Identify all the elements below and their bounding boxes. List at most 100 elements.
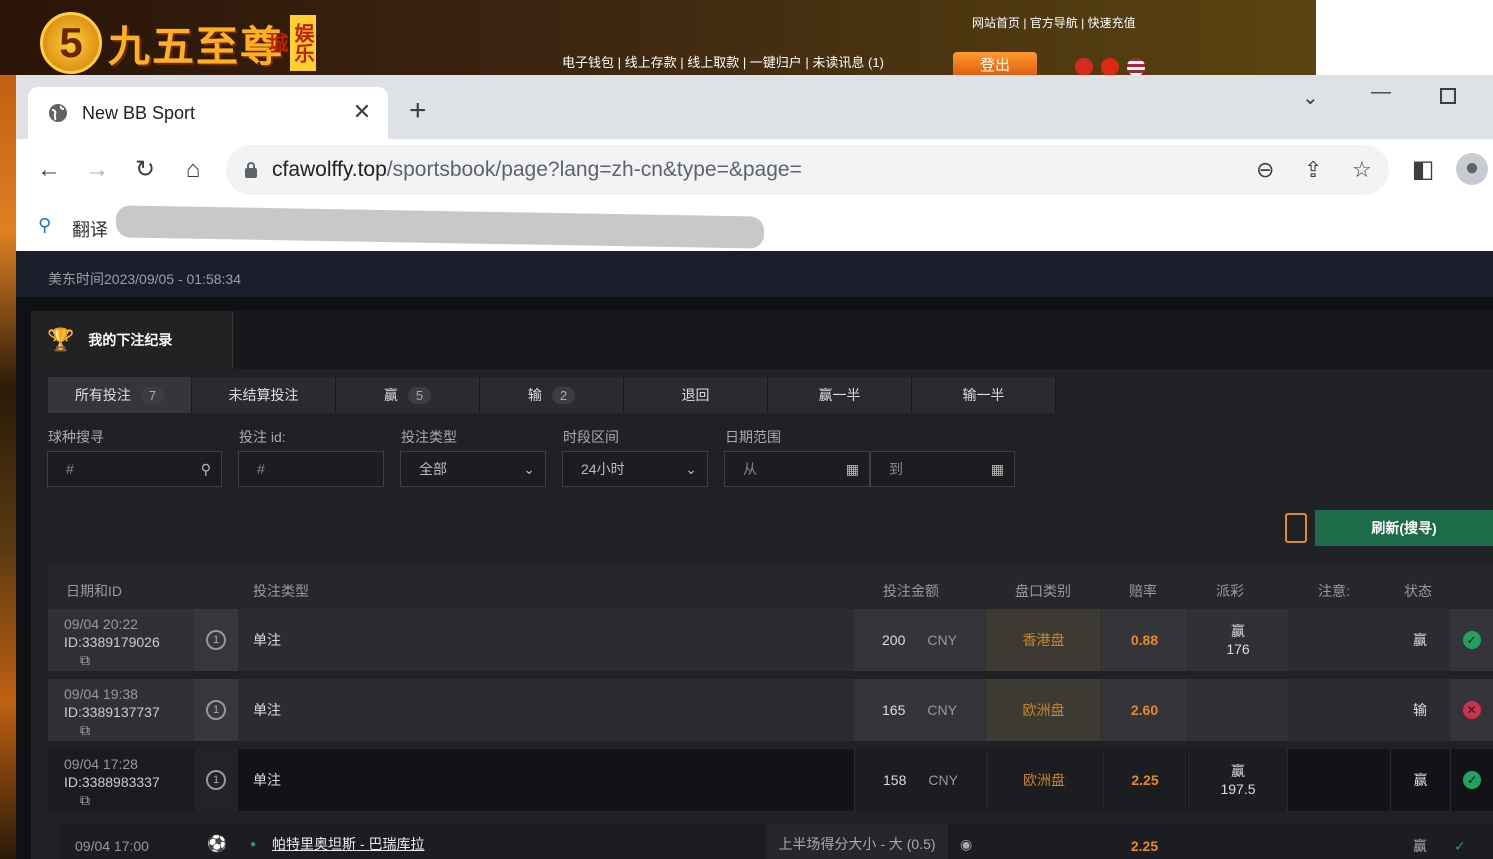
- address-bar[interactable]: cfawolffy.top/sportsbook/page?lang=zh-cn…: [226, 145, 1389, 195]
- row-amount: 200: [882, 632, 906, 648]
- back-icon[interactable]: ←: [34, 155, 64, 185]
- calendar-icon: ▦: [845, 461, 859, 477]
- bet-count-icon: 1: [206, 770, 226, 790]
- hk-flag-icon[interactable]: [1075, 58, 1093, 76]
- clipboard-icon[interactable]: [1285, 513, 1307, 543]
- row-odds: 2.25: [1102, 749, 1187, 811]
- logo-badge: 5: [40, 12, 102, 74]
- live-dot-icon: ●: [250, 838, 257, 850]
- tab-lost[interactable]: 输2: [480, 377, 624, 413]
- row-market: 欧洲盘: [986, 679, 1101, 741]
- refresh-search-button[interactable]: 刷新(搜寻): [1315, 510, 1493, 546]
- row-date: 09/04 19:38: [64, 686, 138, 702]
- row-odds: 0.88: [1102, 609, 1187, 671]
- bet-type-select[interactable]: 全部 ⌄: [400, 451, 546, 487]
- match-link[interactable]: 帕特里奥坦斯 - 巴瑞库拉: [272, 824, 424, 859]
- row-status: 输: [1413, 702, 1427, 718]
- copy-icon[interactable]: ⧉: [80, 791, 90, 809]
- maximize-icon[interactable]: [1440, 88, 1456, 104]
- forward-icon[interactable]: →: [82, 155, 112, 185]
- share-icon[interactable]: ⇪: [1304, 157, 1322, 183]
- reload-icon[interactable]: ↻: [130, 155, 160, 185]
- period-label: 时段区间: [563, 429, 619, 445]
- logout-button[interactable]: 登出: [953, 52, 1037, 75]
- row-amount: 165: [882, 702, 906, 718]
- bookmarks-bar: ⚲ 翻译: [16, 203, 1493, 251]
- tab-unsettled[interactable]: 未结算投注: [192, 377, 336, 413]
- table-row[interactable]: 09/04 20:22 ID:3389179026 ⧉ 1 单注 200 CNY …: [48, 609, 1493, 671]
- chevron-down-icon: ⌄: [523, 461, 535, 477]
- tab-half-lost[interactable]: 输一半: [912, 377, 1056, 413]
- site-side-banner: [0, 75, 16, 859]
- section-title: 我的下注纪录: [88, 332, 173, 348]
- tab-all-bets[interactable]: 所有投注 7: [48, 377, 192, 413]
- table-row[interactable]: 09/04 17:28 ID:3388983337 ⧉ 1 单注 158 CNY …: [48, 749, 1493, 811]
- cross-icon: ✕: [1462, 701, 1481, 719]
- desktop-background: [1316, 0, 1493, 75]
- cn-flag-icon[interactable]: [1101, 58, 1119, 76]
- sport-search-input[interactable]: # ⚲: [47, 451, 222, 487]
- profile-icon[interactable]: ●: [1456, 153, 1488, 185]
- minimize-icon[interactable]: —: [1371, 81, 1391, 104]
- browser-window: New BB Sport ✕ + ⌄ — ← → ↻ ⌂ cfawolffy.t…: [16, 75, 1493, 859]
- redacted-bookmarks: [116, 205, 764, 249]
- lock-icon[interactable]: [244, 161, 258, 179]
- row-amount: 158: [883, 772, 907, 788]
- zoom-icon[interactable]: ⊖: [1256, 157, 1274, 183]
- result-filter-tabs: 所有投注 7 未结算投注 赢5 输2 退回 赢一半 输一半: [48, 377, 1056, 413]
- row-payout-label: 赢: [1231, 623, 1245, 639]
- tab-won[interactable]: 赢5: [336, 377, 480, 413]
- calendar-icon: ▦: [990, 461, 1004, 477]
- row-status: 赢: [1390, 749, 1450, 811]
- col-status: 状态: [1404, 583, 1432, 599]
- bet-count-icon: 1: [206, 630, 226, 650]
- tab-search-icon[interactable]: ⌄: [1302, 85, 1319, 110]
- casino-logo[interactable]: 5 九五至尊 娱乐城: [40, 12, 317, 74]
- bet-detail-row[interactable]: 09/04 17:00 ⚽ ● 帕特里奥坦斯 - 巴瑞库拉 上半场得分大小 - …: [60, 824, 1493, 859]
- copy-icon[interactable]: ⧉: [80, 651, 90, 669]
- row-date: 09/04 17:28: [64, 756, 138, 772]
- close-icon[interactable]: ✕: [350, 101, 374, 125]
- tab-half-won[interactable]: 赢一半: [768, 377, 912, 413]
- section-tab[interactable]: 🏆 我的下注纪录: [31, 311, 233, 369]
- row-status: 赢: [1413, 632, 1427, 648]
- home-icon[interactable]: ⌂: [178, 155, 208, 185]
- date-from-input[interactable]: 从 ▦: [724, 451, 870, 487]
- tab-refunded[interactable]: 退回: [624, 377, 768, 413]
- table-row[interactable]: 09/04 19:38 ID:3389137737 ⧉ 1 单注 165 CNY …: [48, 679, 1493, 741]
- period-select[interactable]: 24小时 ⌄: [562, 451, 708, 487]
- detail-odds: 2.25: [1130, 838, 1159, 854]
- detail-status: 赢: [1413, 838, 1427, 854]
- sportsbook-page: 美东时间2023/09/05 - 01:58:34 🏆 我的下注纪录 所有投注 7…: [16, 251, 1493, 859]
- info-icon[interactable]: ◉: [960, 824, 972, 859]
- row-id: ID:3388983337: [64, 774, 160, 790]
- table-header: 日期和ID 投注类型 投注金额 盘口类别 赔率 派彩 注意: 状态: [48, 565, 1493, 609]
- tab-title: New BB Sport: [82, 102, 196, 123]
- date-range-label: 日期范围: [725, 429, 781, 445]
- logo-tag: 娱乐城: [265, 15, 317, 71]
- logo-text: 九五至尊: [108, 21, 285, 71]
- bet-id-input[interactable]: #: [238, 451, 384, 487]
- site-top-links[interactable]: 网站首页 | 官方导航 | 快速充值: [972, 14, 1136, 31]
- translate-bookmark[interactable]: 翻译: [72, 216, 108, 242]
- star-icon[interactable]: ☆: [1352, 157, 1372, 183]
- row-id: ID:3389137737: [64, 704, 160, 720]
- new-tab-button[interactable]: +: [409, 96, 427, 126]
- browser-tab[interactable]: New BB Sport ✕: [28, 87, 388, 139]
- row-currency: CNY: [927, 632, 957, 648]
- copy-icon[interactable]: ⧉: [80, 721, 90, 739]
- col-odds: 赔率: [1129, 583, 1157, 599]
- bet-count-icon: 1: [206, 700, 226, 720]
- col-bet-type: 投注类型: [253, 583, 309, 599]
- us-flag-icon[interactable]: [1127, 58, 1145, 76]
- tab-strip: New BB Sport ✕ + ⌄ —: [16, 75, 1493, 139]
- col-notes: 注意:: [1318, 583, 1350, 599]
- date-to-input[interactable]: 到 ▦: [870, 451, 1015, 487]
- site-account-links[interactable]: 电子钱包 | 线上存款 | 线上取款 | 一键归户 | 未读讯息 (1): [562, 52, 884, 71]
- row-id: ID:3389179026: [64, 634, 160, 650]
- row-market: 香港盘: [986, 609, 1101, 671]
- panel-header: [233, 311, 1493, 369]
- check-outline-icon: ✓: [1454, 837, 1466, 854]
- side-panel-icon[interactable]: ◧: [1408, 155, 1438, 185]
- bet-type-label: 投注类型: [401, 429, 457, 445]
